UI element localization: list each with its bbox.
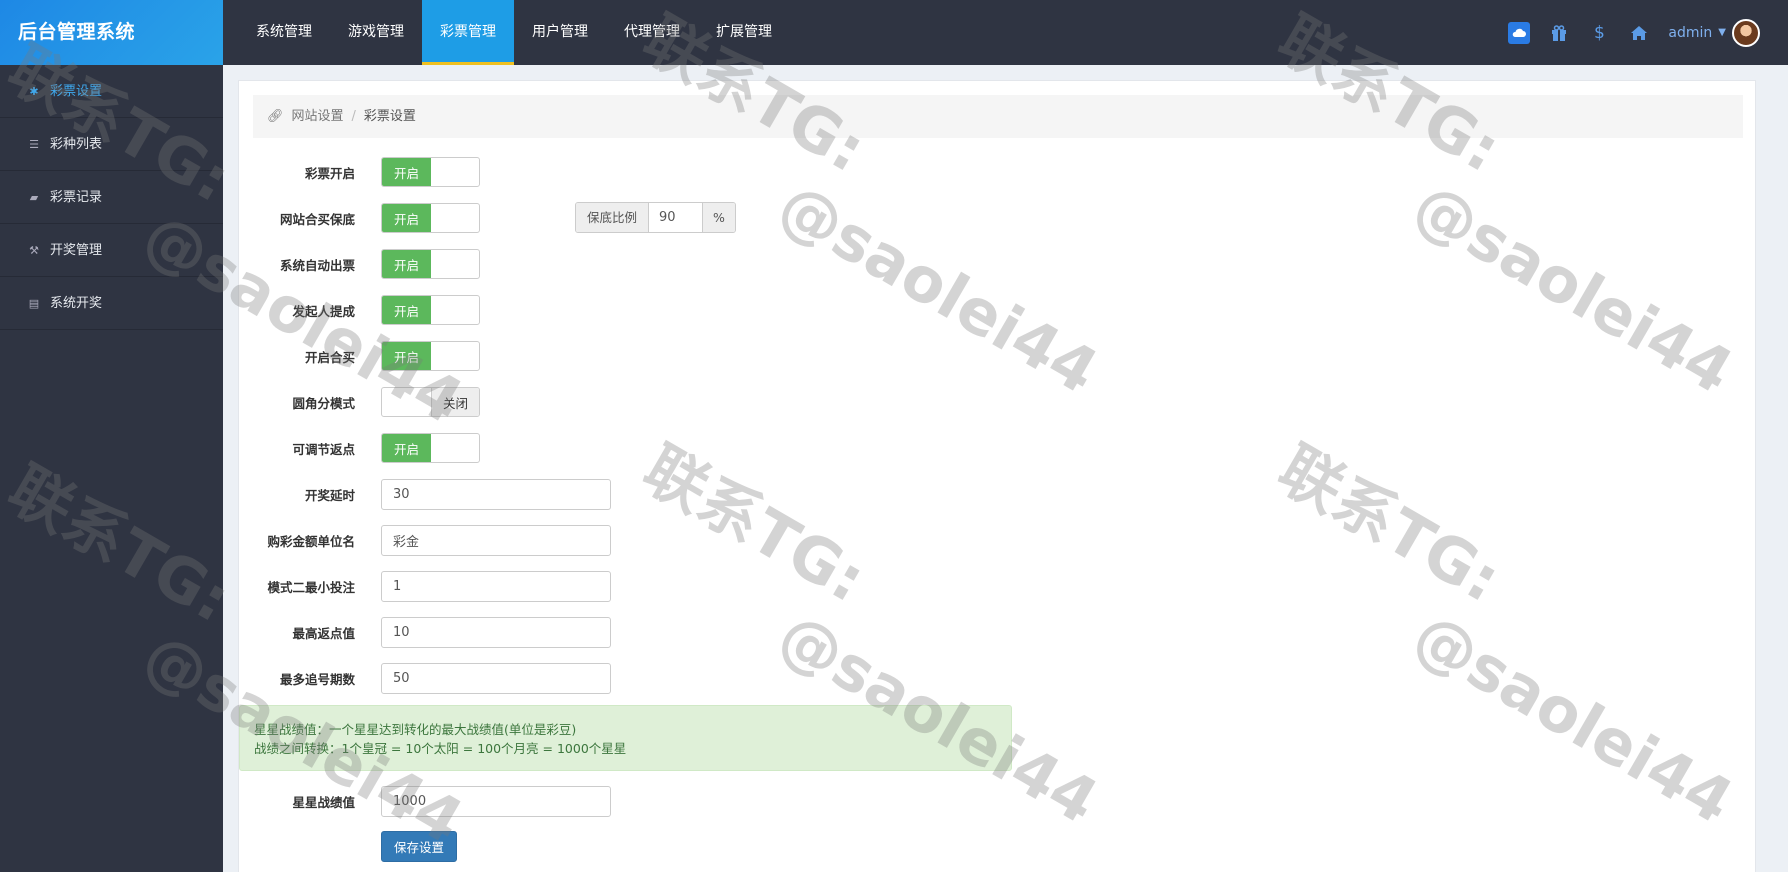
- field-label: 最高返点值: [292, 625, 355, 641]
- settings-panel: 🔗︎ 网站设置 / 彩票设置 彩票开启 开启 网站合买保底 开启 保底比例 % …: [238, 80, 1756, 872]
- link-icon: 🔗︎: [267, 109, 284, 124]
- chevron-down-icon: ▼: [1718, 27, 1726, 38]
- form-row-yuan-jiao-fen-mode: 圆角分模式 关闭: [239, 386, 480, 418]
- brand-title[interactable]: 后台管理系统: [0, 0, 223, 65]
- field-label: 开启合买: [304, 349, 355, 365]
- star-score-input[interactable]: [381, 785, 611, 817]
- alert-line: 战绩之间转换：1个皇冠 = 10个太阳 = 100个月亮 = 1000个星星: [254, 741, 627, 756]
- max-rebate-input[interactable]: [381, 616, 611, 648]
- guarantee-ratio-input[interactable]: [648, 203, 703, 232]
- group-buy-enabled-toggle[interactable]: 开启: [381, 341, 480, 371]
- cloud-icon[interactable]: [1508, 21, 1531, 44]
- user-name: admin: [1668, 24, 1713, 41]
- toggle-state: 开启: [382, 342, 431, 370]
- avatar: [1732, 18, 1760, 47]
- form-row-star-score: 星星战绩值: [239, 785, 611, 817]
- sidebar: ✱ 彩票设置 ☰ 彩种列表 ▰ 彩票记录 ⚒ 开奖管理 ▤ 系统开奖: [0, 65, 223, 872]
- field-label: 彩票开启: [304, 165, 355, 181]
- lottery-enabled-toggle[interactable]: 开启: [381, 157, 480, 187]
- toggle-state: 开启: [382, 434, 431, 462]
- yuan-jiao-fen-mode-toggle[interactable]: 关闭: [381, 387, 480, 417]
- form-row-auto-ticket: 系统自动出票 开启: [239, 248, 480, 280]
- field-label: 最多追号期数: [279, 671, 355, 687]
- toggle-state: 关闭: [431, 388, 479, 416]
- form-row-max-chase-periods: 最多追号期数: [239, 662, 611, 694]
- currency-unit-input[interactable]: [381, 524, 611, 556]
- toggle-state: 开启: [382, 204, 431, 232]
- field-label: 圆角分模式: [292, 395, 355, 411]
- top-nav-item-agents[interactable]: 代理管理: [606, 0, 698, 65]
- sidebar-item-label: 系统开奖: [50, 295, 103, 311]
- auto-ticket-toggle[interactable]: 开启: [381, 249, 480, 279]
- field-label: 发起人提成: [292, 303, 355, 319]
- top-nav: 系统管理 游戏管理 彩票管理 用户管理 代理管理 扩展管理: [238, 0, 790, 65]
- alert-line: 星星战绩值：一个星星达到转化的最大战绩值(单位是彩豆): [254, 722, 577, 737]
- top-right-tools: $ admin ▼: [1508, 0, 1760, 65]
- guarantee-ratio-group: 保底比例 %: [575, 202, 736, 233]
- initiator-commission-toggle[interactable]: 开启: [381, 295, 480, 325]
- field-label: 模式二最小投注: [267, 579, 355, 595]
- toggle-state: 开启: [382, 250, 431, 278]
- top-nav-item-system[interactable]: 系统管理: [238, 0, 330, 65]
- book-icon: ▰: [29, 190, 39, 204]
- form-row-adjustable-rebate: 可调节返点 开启: [239, 432, 480, 464]
- form-row-lottery-enabled: 彩票开启 开启: [239, 156, 480, 188]
- guarantee-ratio-label: 保底比例: [576, 203, 649, 232]
- sidebar-item-lottery-list[interactable]: ☰ 彩种列表: [0, 118, 223, 171]
- gavel-icon: ⚒: [29, 243, 39, 257]
- field-label: 星星战绩值: [292, 794, 355, 810]
- breadcrumb-separator: /: [351, 109, 356, 124]
- field-label: 网站合买保底: [279, 211, 355, 227]
- form-row-group-buy-enabled: 开启合买 开启: [239, 340, 480, 372]
- gift-icon[interactable]: [1548, 22, 1570, 44]
- sidebar-item-lottery-settings[interactable]: ✱ 彩票设置: [0, 65, 223, 118]
- group-buy-guarantee-toggle[interactable]: 开启: [381, 203, 480, 233]
- breadcrumb-parent[interactable]: 网站设置: [292, 95, 344, 138]
- dollar-icon[interactable]: $: [1588, 22, 1610, 44]
- form-row-min-bet-mode2: 模式二最小投注: [239, 570, 611, 602]
- percent-suffix: %: [702, 203, 735, 232]
- sidebar-item-draw-management[interactable]: ⚒ 开奖管理: [0, 224, 223, 277]
- field-label: 开奖延时: [304, 487, 355, 503]
- sidebar-item-label: 彩票记录: [50, 189, 103, 205]
- field-label: 购彩金额单位名: [267, 533, 355, 549]
- newspaper-icon: ▤: [28, 296, 40, 310]
- breadcrumb: 🔗︎ 网站设置 / 彩票设置: [253, 95, 1743, 138]
- toggle-state: 开启: [382, 296, 431, 324]
- form-row-initiator-commission: 发起人提成 开启: [239, 294, 480, 326]
- user-menu[interactable]: admin ▼: [1668, 18, 1760, 47]
- draw-delay-input[interactable]: [381, 478, 611, 510]
- top-nav-item-games[interactable]: 游戏管理: [330, 0, 422, 65]
- list-icon: ☰: [29, 137, 39, 151]
- sidebar-item-label: 彩种列表: [50, 136, 103, 152]
- top-bar: 后台管理系统 系统管理 游戏管理 彩票管理 用户管理 代理管理 扩展管理 $ a…: [0, 0, 1788, 65]
- top-nav-item-users[interactable]: 用户管理: [514, 0, 606, 65]
- toggle-state: 开启: [382, 158, 431, 186]
- adjustable-rebate-toggle[interactable]: 开启: [381, 433, 480, 463]
- form-row-max-rebate: 最高返点值: [239, 616, 611, 648]
- star-score-info-alert: 星星战绩值：一个星星达到转化的最大战绩值(单位是彩豆) 战绩之间转换：1个皇冠 …: [239, 705, 1012, 771]
- top-nav-item-extensions[interactable]: 扩展管理: [698, 0, 790, 65]
- top-nav-item-lottery[interactable]: 彩票管理: [422, 0, 514, 65]
- gear-icon: ✱: [29, 84, 39, 98]
- home-icon[interactable]: [1628, 22, 1650, 44]
- max-chase-periods-input[interactable]: [381, 662, 611, 694]
- field-label: 可调节返点: [292, 441, 355, 457]
- save-button[interactable]: 保存设置: [381, 831, 458, 862]
- form-row-group-buy-guarantee: 网站合买保底 开启 保底比例 %: [239, 202, 1039, 234]
- sidebar-item-system-draw[interactable]: ▤ 系统开奖: [0, 277, 223, 330]
- sidebar-item-label: 彩票设置: [50, 83, 103, 99]
- form-row-draw-delay: 开奖延时: [239, 478, 611, 510]
- breadcrumb-current: 彩票设置: [363, 109, 416, 124]
- min-bet-mode2-input[interactable]: [381, 570, 611, 602]
- form-row-currency-unit: 购彩金额单位名: [239, 524, 611, 556]
- field-label: 系统自动出票: [279, 257, 355, 273]
- sidebar-item-lottery-records[interactable]: ▰ 彩票记录: [0, 171, 223, 224]
- sidebar-item-label: 开奖管理: [50, 242, 103, 258]
